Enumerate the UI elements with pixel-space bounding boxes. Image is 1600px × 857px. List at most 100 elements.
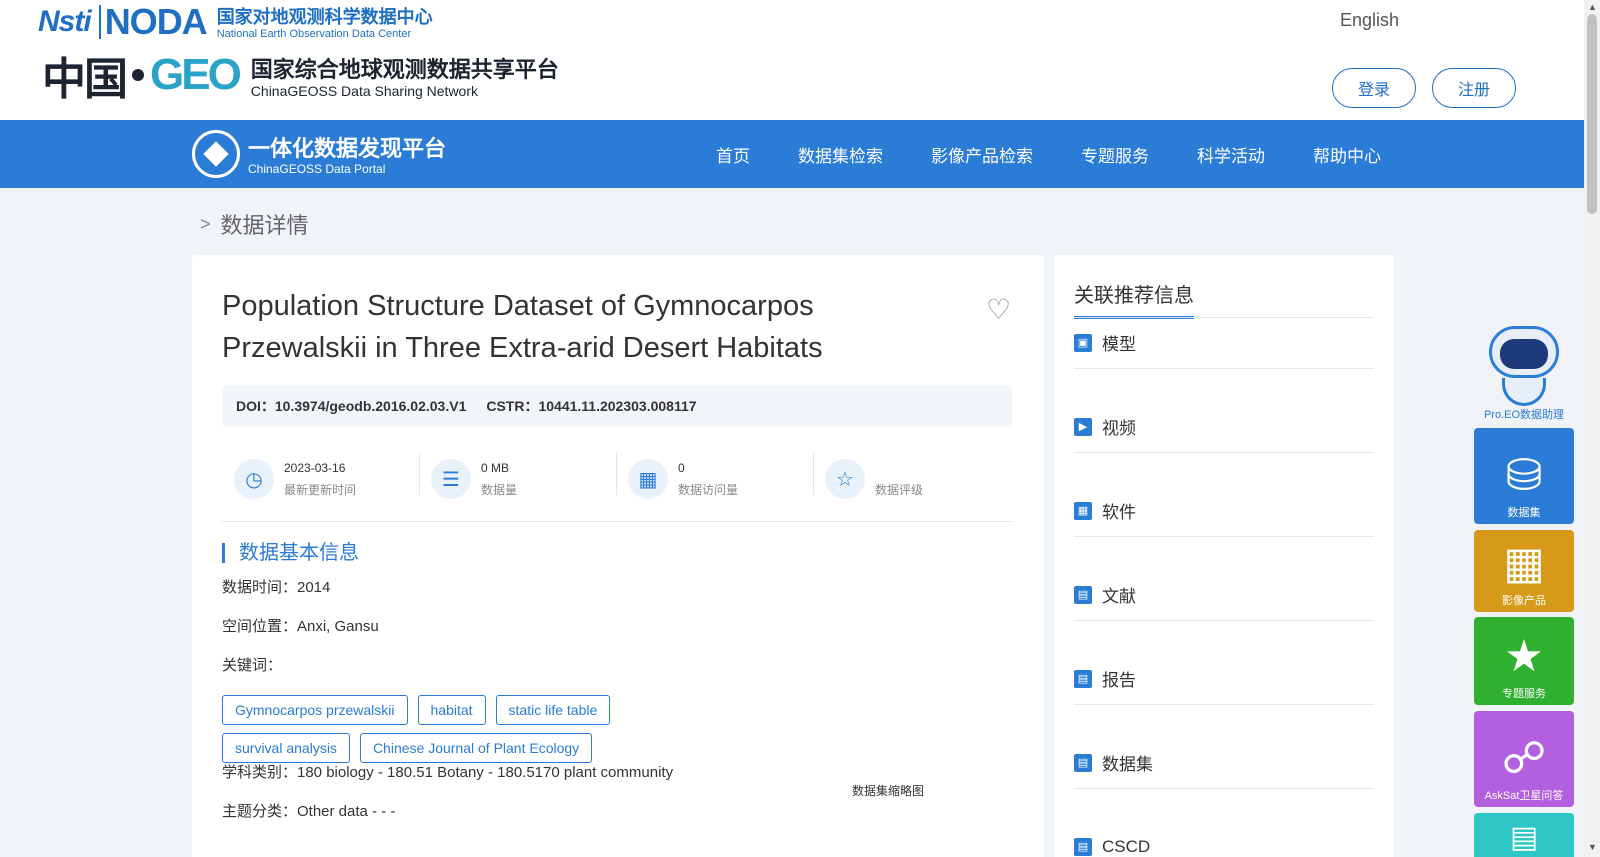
language-switch[interactable]: English [1340, 10, 1399, 31]
keyword-tags: Gymnocarpos przewalskii habitat static l… [222, 695, 642, 771]
image-icon: ▦ [1503, 539, 1545, 588]
stat-label: 数据访问量 [678, 482, 739, 497]
field-data-time: 数据时间：2014 [222, 579, 331, 596]
related-item-dataset[interactable]: ▤ 数据集 [1074, 737, 1374, 789]
nav-home[interactable]: 首页 [716, 142, 750, 167]
portal-logo[interactable]: 一体化数据发现平台 ChinaGEOSS Data Portal [192, 130, 446, 178]
stat-data-size: ☰ 0 MB 数据量 [419, 445, 616, 513]
portal-gear-icon [192, 130, 240, 178]
keyword-tag[interactable]: habitat [417, 695, 486, 725]
related-item-model[interactable]: ▣ 模型 [1074, 317, 1374, 369]
related-item-video[interactable]: ▶ 视频 [1074, 401, 1374, 453]
related-item-label: 模型 [1102, 335, 1136, 354]
noda-wordmark: NODA [104, 1, 208, 42]
section-title-basic-info: 数据基本信息 [222, 543, 359, 563]
portal-en-name: ChinaGEOSS Data Portal [248, 162, 386, 177]
play-icon: ▶ [1074, 417, 1092, 436]
logo-dot [132, 69, 144, 81]
stat-value: 2023-03-16 [284, 460, 346, 475]
keyword-tag[interactable]: Gymnocarpos przewalskii [222, 695, 408, 725]
related-item-label: 数据集 [1102, 755, 1153, 774]
stat-label: 最新更新时间 [284, 482, 357, 497]
noda-logo[interactable]: Nsti NODA 国家对地观测科学数据中心 National Earth Ob… [38, 1, 433, 42]
field-keywords-label: 关键词： [222, 657, 283, 674]
portal-cn-name: 一体化数据发现平台 [248, 137, 447, 163]
nav-help-center[interactable]: 帮助中心 [1313, 142, 1381, 167]
related-info-panel: 关联推荐信息 ▣ 模型 ▶ 视频 ▦ 软件 ▤ 文献 ▤ 报告 ▤ 数据集 ▤ … [1054, 255, 1394, 857]
nav-science-activities[interactable]: 科学活动 [1197, 142, 1265, 167]
login-button[interactable]: 登录 [1332, 68, 1416, 108]
dataset-stats: ◷ 2023-03-16 最新更新时间 ☰ 0 MB 数据量 ▦ 0 数据访问量… [222, 445, 1012, 513]
float-asksat[interactable]: ☍ AskSat卫星问答 [1474, 711, 1574, 807]
nav-dataset-search[interactable]: 数据集检索 [798, 142, 883, 167]
nsti-logo: Nsti [38, 5, 92, 38]
float-label: 专题服务 [1502, 688, 1546, 700]
float-dataset[interactable]: ⛁ 数据集 [1474, 428, 1574, 524]
related-title: 关联推荐信息 [1074, 279, 1194, 319]
geo-mark: GEO [150, 50, 242, 99]
nav-items: 首页 数据集检索 影像产品检索 专题服务 科学活动 帮助中心 [716, 120, 1429, 188]
logo-divider [98, 5, 101, 39]
page-scrollbar[interactable]: ▲ ▼ [1584, 0, 1600, 857]
float-book[interactable]: ▤ [1474, 813, 1574, 857]
related-item-report[interactable]: ▤ 报告 [1074, 653, 1374, 705]
related-item-literature[interactable]: ▤ 文献 [1074, 569, 1374, 621]
nav-image-search[interactable]: 影像产品检索 [931, 142, 1033, 167]
stat-access-count: ▦ 0 数据访问量 [616, 445, 813, 513]
scroll-down-icon[interactable]: ▼ [1588, 842, 1597, 852]
dataset-detail-panel: Population Structure Dataset of Gymnocar… [192, 255, 1044, 857]
field-theme: 主题分类：Other data - - - [222, 803, 396, 820]
divider [222, 521, 1012, 522]
breadcrumb-current: 数据详情 [220, 213, 309, 238]
geoss-en-name: ChinaGEOSS Data Sharing Network [250, 82, 479, 99]
nav-topic-services[interactable]: 专题服务 [1081, 142, 1149, 167]
document-icon: ▤ [1074, 585, 1092, 604]
related-item-software[interactable]: ▦ 软件 [1074, 485, 1374, 537]
star-icon[interactable]: ☆ [825, 459, 865, 499]
china-mark: 中国 [42, 54, 128, 105]
cstr-text: CSTR：10441.11.202303.008117 [486, 398, 697, 414]
breadcrumb: > 数据详情 [200, 208, 309, 240]
float-label: 影像产品 [1502, 595, 1546, 607]
satellite-globe-icon: ☍ [1501, 734, 1547, 783]
doi-bar: DOI：10.3974/geodb.2016.02.03.V1 CSTR：104… [222, 385, 1012, 427]
thumbnail-label: 数据集缩略图 [852, 784, 925, 798]
related-item-label: 软件 [1102, 503, 1136, 522]
database-gear-icon: ⛁ [1505, 451, 1543, 500]
float-image-products[interactable]: ▦ 影像产品 [1474, 530, 1574, 612]
geoss-text: 国家综合地球观测数据共享平台 ChinaGEOSS Data Sharing N… [251, 52, 559, 99]
stat-value [875, 461, 923, 479]
assistant-robot[interactable]: Pro.EO数据助理 [1474, 322, 1574, 422]
keyword-tag[interactable]: Chinese Journal of Plant Ecology [359, 733, 593, 763]
related-item-label: CSCD [1102, 836, 1151, 856]
noda-en-name: National Earth Observation Data Center [216, 28, 412, 41]
field-location: 空间位置：Anxi, Gansu [222, 618, 379, 635]
doi-text: DOI：10.3974/geodb.2016.02.03.V1 [236, 398, 467, 414]
scroll-thumb[interactable] [1587, 14, 1597, 214]
related-item-cscd[interactable]: ▤ CSCD [1074, 821, 1374, 857]
float-label: AskSat卫星问答 [1484, 790, 1564, 802]
main-navbar: 一体化数据发现平台 ChinaGEOSS Data Portal 首页 数据集检… [0, 120, 1584, 188]
related-item-label: 文献 [1102, 587, 1136, 606]
keyword-tag[interactable]: static life table [495, 695, 611, 725]
stat-label: 数据量 [481, 482, 518, 497]
top-header: Nsti NODA 国家对地观测科学数据中心 National Earth Ob… [0, 0, 1584, 120]
chevron-right-icon: > [200, 213, 211, 234]
related-item-label: 报告 [1102, 671, 1136, 690]
dataset-title: Population Structure Dataset of Gymnocar… [222, 290, 823, 364]
scroll-up-icon[interactable]: ▲ [1588, 2, 1597, 12]
chinageoss-logo[interactable]: 中国 GEO 国家综合地球观测数据共享平台 ChinaGEOSS Data Sh… [42, 44, 672, 106]
stat-value: 0 MB [481, 460, 510, 475]
report-icon: ▤ [1074, 669, 1092, 688]
keyword-tag[interactable]: survival analysis [222, 733, 350, 763]
portal-text: 一体化数据发现平台 ChinaGEOSS Data Portal [248, 131, 446, 176]
register-button[interactable]: 注册 [1432, 68, 1516, 108]
geoss-cn-name: 国家综合地球观测数据共享平台 [250, 57, 559, 83]
favorite-heart-icon[interactable]: ♡ [986, 293, 1011, 326]
cscd-icon: ▤ [1074, 837, 1092, 856]
stat-rating[interactable]: ☆ 数据评级 [813, 445, 1010, 513]
cube-icon: ▣ [1074, 333, 1092, 352]
dataset-icon: ▤ [1074, 753, 1092, 772]
float-topic-services[interactable]: ★ 专题服务 [1474, 617, 1574, 705]
stat-value: 0 [678, 460, 685, 475]
